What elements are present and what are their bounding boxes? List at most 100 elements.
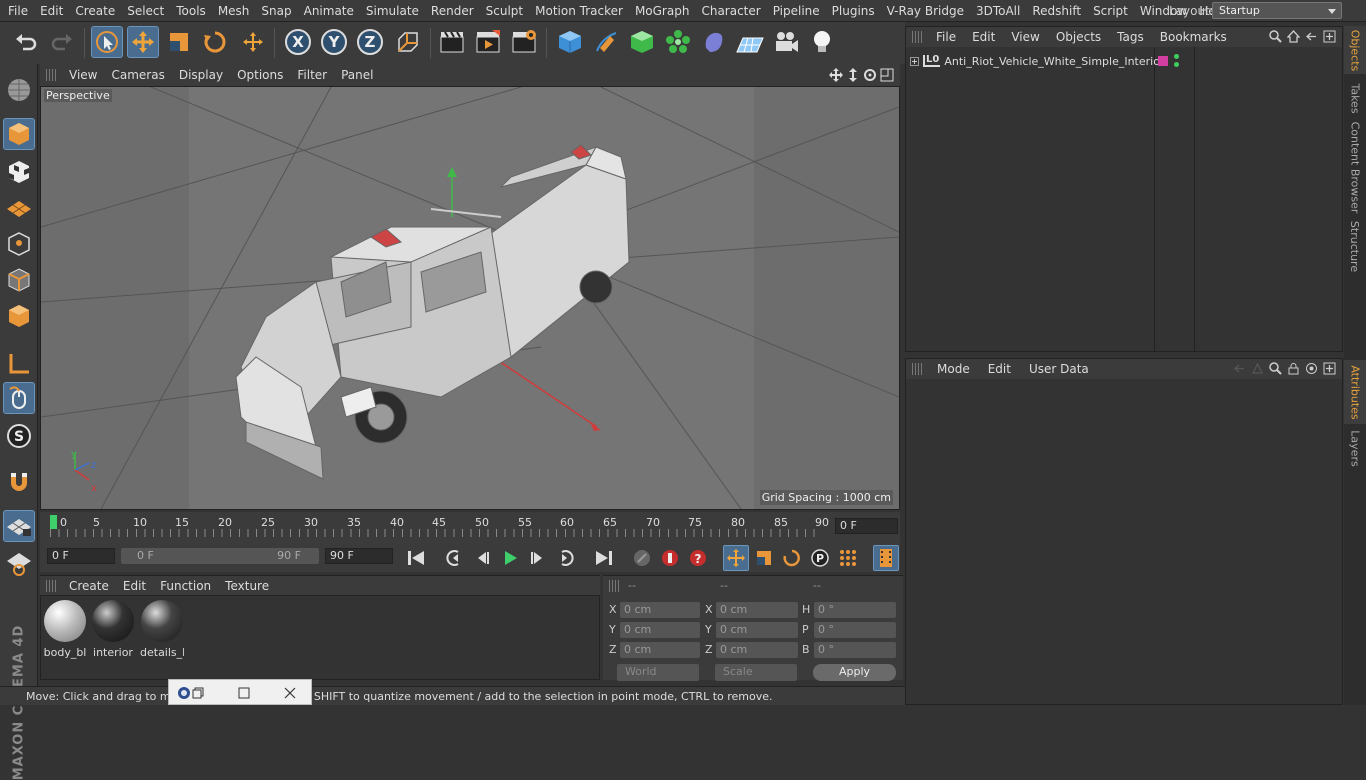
maximize-view-icon[interactable]	[880, 68, 894, 82]
size-x-field[interactable]: 0 cm	[716, 602, 798, 618]
workplane-mode-button[interactable]	[3, 192, 35, 224]
vp-menu-filter[interactable]: Filter	[290, 64, 334, 86]
material-item[interactable]: details_l	[140, 600, 184, 662]
timeline-window-button[interactable]	[873, 545, 899, 571]
menu-tools[interactable]: Tools	[170, 0, 212, 22]
locked-workplane-button[interactable]	[3, 548, 35, 580]
camera-button[interactable]	[770, 26, 802, 58]
rot-p-field[interactable]: 0 °	[814, 622, 896, 638]
workplane-lock-button[interactable]	[3, 510, 35, 542]
deformer-button[interactable]	[698, 26, 730, 58]
obj-menu-objects[interactable]: Objects	[1048, 27, 1109, 47]
menu-motion-tracker[interactable]: Motion Tracker	[529, 0, 629, 22]
restore-window-icon[interactable]	[192, 687, 204, 699]
menu-animate[interactable]: Animate	[298, 0, 360, 22]
menu-plugins[interactable]: Plugins	[826, 0, 881, 22]
edges-mode-button[interactable]	[3, 264, 35, 296]
tab-objects[interactable]: Objects	[1344, 26, 1366, 74]
solo-mode-button[interactable]: S	[3, 420, 35, 452]
menu-script[interactable]: Script	[1087, 0, 1134, 22]
obj-menu-edit[interactable]: Edit	[964, 27, 1003, 47]
x-axis-lock-button[interactable]: X	[282, 26, 314, 58]
grip-handle[interactable]	[46, 69, 56, 81]
menu-simulate[interactable]: Simulate	[360, 0, 425, 22]
key-parameter-button[interactable]: P	[807, 545, 833, 571]
go-to-end-button[interactable]	[591, 545, 617, 571]
next-frame-button[interactable]	[525, 545, 551, 571]
menu-sculpt[interactable]: Sculpt	[480, 0, 529, 22]
render-view-button[interactable]	[436, 26, 468, 58]
vp-menu-cameras[interactable]: Cameras	[104, 64, 171, 86]
axis-mode-button[interactable]	[3, 348, 35, 380]
mat-menu-create[interactable]: Create	[62, 576, 116, 596]
menu-3dtoall[interactable]: 3DToAll	[970, 0, 1026, 22]
pan-view-icon[interactable]	[829, 68, 843, 82]
menu-character[interactable]: Character	[695, 0, 766, 22]
undo-button[interactable]	[10, 26, 42, 58]
tab-layers[interactable]: Layers	[1344, 426, 1366, 470]
key-position-button[interactable]	[723, 545, 749, 571]
y-axis-lock-button[interactable]: Y	[318, 26, 350, 58]
make-editable-button[interactable]	[3, 74, 35, 106]
layer-color-tag[interactable]	[1158, 56, 1168, 66]
key-rotation-button[interactable]	[779, 545, 805, 571]
points-mode-button[interactable]	[3, 228, 35, 260]
up-arrow-icon[interactable]	[1251, 362, 1264, 375]
cube-primitive-button[interactable]	[554, 26, 586, 58]
new-window-icon[interactable]	[1323, 30, 1336, 43]
vp-menu-display[interactable]: Display	[172, 64, 230, 86]
mat-menu-function[interactable]: Function	[153, 576, 218, 596]
search-icon[interactable]	[1269, 30, 1282, 43]
rotate-view-icon[interactable]	[863, 68, 877, 82]
tab-content-browser[interactable]: Content Browser	[1344, 121, 1366, 213]
scale-tool-button[interactable]	[163, 26, 195, 58]
play-forward-button[interactable]	[497, 545, 523, 571]
size-z-field[interactable]: 0 cm	[716, 642, 798, 658]
search-icon[interactable]	[1269, 362, 1282, 375]
record-keys-button[interactable]	[657, 545, 683, 571]
cloner-button[interactable]	[662, 26, 694, 58]
tab-attributes[interactable]: Attributes	[1344, 360, 1366, 424]
obj-menu-view[interactable]: View	[1003, 27, 1047, 47]
menu-edit[interactable]: Edit	[34, 0, 69, 22]
attr-menu-user-data[interactable]: User Data	[1020, 359, 1098, 379]
redo-button[interactable]	[46, 26, 78, 58]
preview-range-slider[interactable]: 0 F 90 F	[121, 548, 319, 564]
playhead-marker[interactable]	[50, 515, 57, 529]
previous-frame-button[interactable]	[469, 545, 495, 571]
subdivision-surface-button[interactable]	[626, 26, 658, 58]
attr-menu-edit[interactable]: Edit	[979, 359, 1020, 379]
rot-b-field[interactable]: 0 °	[814, 642, 896, 658]
snap-button[interactable]	[3, 466, 35, 498]
live-selection-button[interactable]	[91, 26, 123, 58]
rotate-tool-button[interactable]	[199, 26, 231, 58]
z-axis-lock-button[interactable]: Z	[354, 26, 386, 58]
tab-takes[interactable]: Takes	[1344, 78, 1366, 118]
menu-render[interactable]: Render	[425, 0, 480, 22]
size-mode-select[interactable]: Scale	[715, 664, 797, 681]
end-frame-field[interactable]: 90 F	[325, 548, 393, 564]
close-window-icon[interactable]	[284, 687, 296, 699]
key-pla-button[interactable]	[835, 545, 861, 571]
tab-structure[interactable]: Structure	[1344, 218, 1366, 274]
mat-menu-edit[interactable]: Edit	[116, 576, 153, 596]
object-name[interactable]: Anti_Riot_Vehicle_White_Simple_Interior	[944, 55, 1164, 68]
grip-handle[interactable]	[46, 579, 56, 592]
material-item[interactable]: interior	[91, 600, 135, 662]
light-button[interactable]	[806, 26, 838, 58]
menu-pipeline[interactable]: Pipeline	[767, 0, 826, 22]
texture-mode-button[interactable]	[3, 156, 35, 188]
new-window-icon[interactable]	[1323, 362, 1336, 375]
target-icon[interactable]	[1305, 362, 1318, 375]
polygons-mode-button[interactable]	[3, 300, 35, 332]
menu-create[interactable]: Create	[69, 0, 121, 22]
floor-environment-button[interactable]	[734, 26, 766, 58]
model-mode-button[interactable]	[3, 118, 35, 150]
pen-spline-button[interactable]	[590, 26, 622, 58]
start-frame-field[interactable]: 0 F	[47, 548, 115, 564]
menu-mesh[interactable]: Mesh	[212, 0, 256, 22]
autokey-button[interactable]: ?	[685, 545, 711, 571]
previous-key-button[interactable]	[441, 545, 467, 571]
coordinate-mode-select[interactable]: World	[617, 664, 699, 681]
back-arrow-icon[interactable]	[1233, 362, 1246, 375]
